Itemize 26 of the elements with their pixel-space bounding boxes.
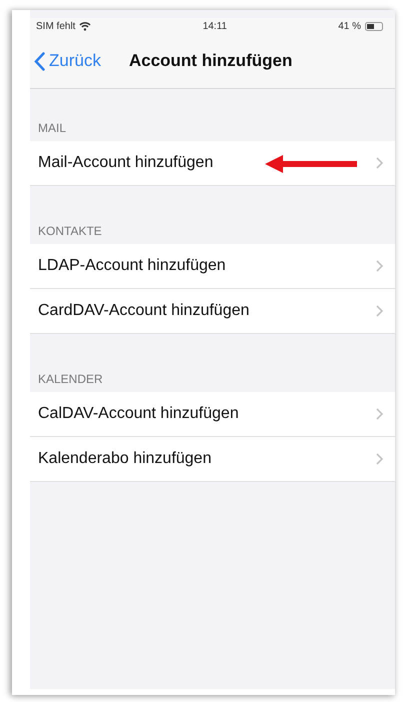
- list-row[interactable]: CalDAV-Account hinzufügen: [30, 392, 395, 437]
- chevron-right-icon: [376, 260, 383, 272]
- row-label: Mail-Account hinzufügen: [38, 154, 214, 172]
- row-label: LDAP-Account hinzufügen: [38, 257, 226, 275]
- wifi-icon: [79, 22, 92, 30]
- carrier-text: SIM fehlt: [36, 20, 76, 32]
- chevron-right-icon: [376, 408, 383, 420]
- row-label: CalDAV-Account hinzufügen: [38, 405, 239, 423]
- section-header: KALENDER: [37, 372, 104, 388]
- section-header: KONTAKTE: [37, 224, 103, 240]
- time-text: 14:11: [202, 20, 227, 32]
- battery-text: 41 %: [338, 20, 361, 32]
- chevron-right-icon: [376, 453, 383, 465]
- back-button[interactable]: Zurück: [34, 51, 101, 71]
- chevron-right-icon: [376, 305, 383, 317]
- battery-icon: [365, 22, 385, 30]
- row-label: CardDAV-Account hinzufügen: [38, 302, 250, 320]
- list-row[interactable]: Mail-Account hinzufügen: [30, 141, 395, 186]
- list-row[interactable]: Kalenderabo hinzufügen: [30, 437, 395, 482]
- list-row[interactable]: LDAP-Account hinzufügen: [30, 244, 395, 289]
- chevron-right-icon: [376, 157, 383, 169]
- chevron-left-icon: [34, 52, 45, 70]
- list-row[interactable]: CardDAV-Account hinzufügen: [30, 289, 395, 334]
- screen-title: Account hinzufügen: [128, 51, 292, 71]
- row-label: Kalenderabo hinzufügen: [38, 450, 212, 468]
- section-header: MAIL: [37, 121, 68, 137]
